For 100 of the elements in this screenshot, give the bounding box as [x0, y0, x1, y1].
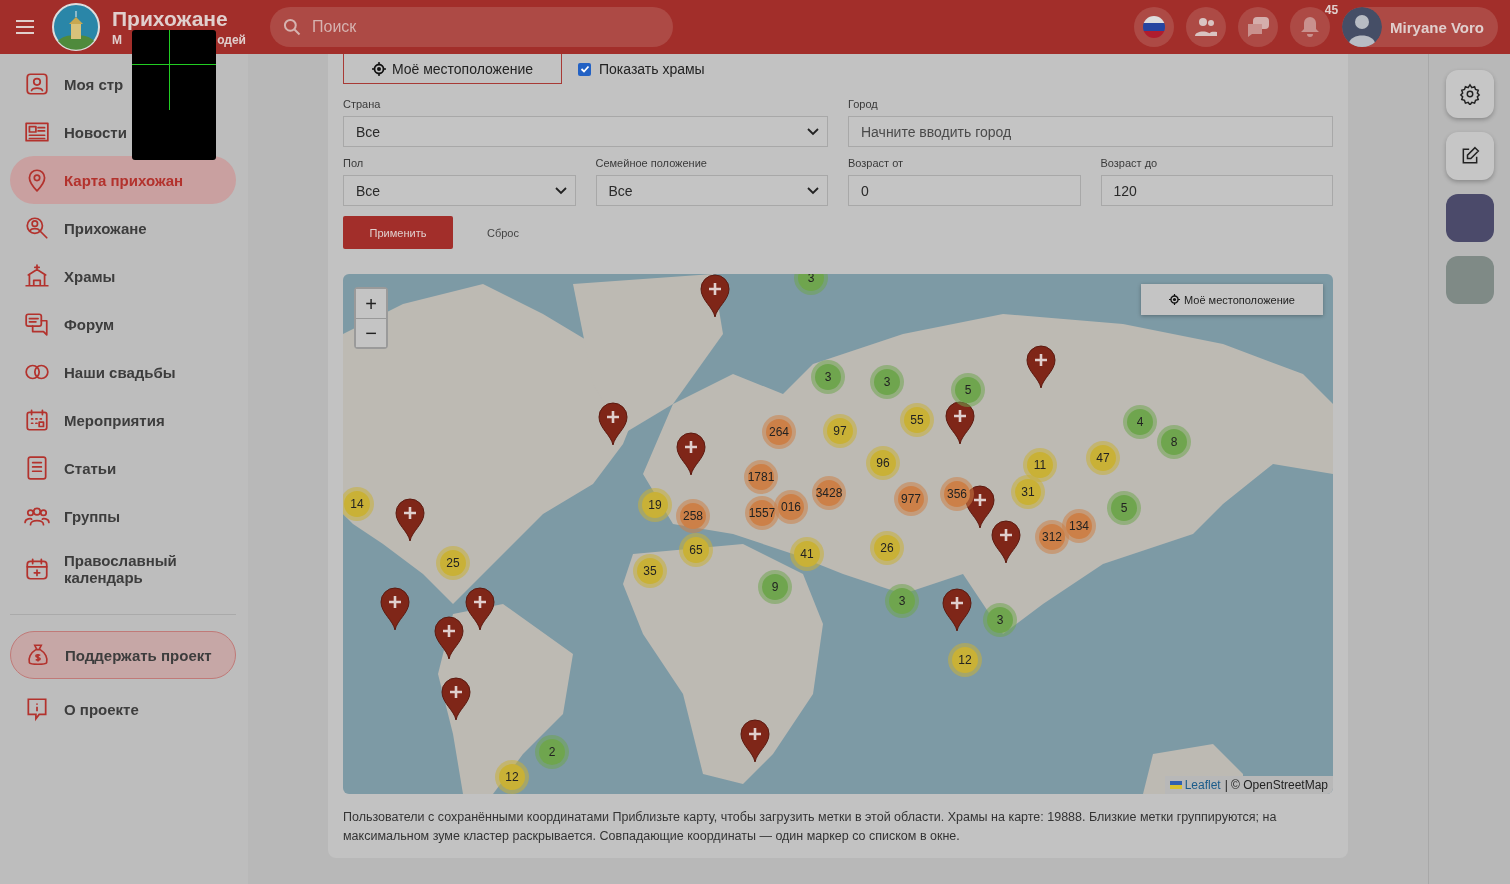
sidebar-item[interactable]: Православный календарь — [10, 540, 236, 598]
church-marker-icon[interactable] — [380, 587, 410, 631]
cluster-marker[interactable]: 14 — [343, 487, 374, 521]
church-icon — [24, 263, 50, 289]
input-field[interactable]: 120 — [1100, 175, 1333, 206]
select-field[interactable]: Все — [343, 175, 576, 206]
cluster-marker[interactable]: 258 — [676, 499, 710, 533]
cluster-marker[interactable]: 12 — [495, 760, 529, 794]
leaflet-link[interactable]: Leaflet — [1169, 778, 1221, 792]
church-marker-icon[interactable] — [945, 401, 975, 445]
church-marker-icon[interactable] — [740, 719, 770, 763]
logo-icon[interactable] — [52, 3, 100, 51]
cluster-marker[interactable]: 9 — [758, 570, 792, 604]
field-label: Возраст от — [848, 157, 905, 169]
field-label: Пол — [343, 157, 365, 169]
map-location-button[interactable]: Моё местоположение — [1141, 284, 1323, 315]
settings-button[interactable] — [1445, 70, 1494, 118]
cluster-marker[interactable]: 5 — [951, 373, 985, 407]
cluster-marker[interactable]: 264 — [762, 415, 796, 449]
sidebar-item[interactable]: Форум — [10, 300, 236, 348]
cluster-marker[interactable]: 55 — [900, 403, 934, 437]
cluster-marker[interactable]: 35 — [633, 554, 667, 588]
photo-placeholder[interactable] — [1445, 194, 1494, 242]
cluster-marker[interactable]: 96 — [866, 446, 900, 480]
about-link[interactable]: О проекте — [10, 685, 236, 733]
zoom-out-button[interactable]: − — [356, 318, 386, 347]
checkbox-label: Показать храмы — [599, 61, 705, 77]
sidebar-item[interactable]: Храмы — [10, 252, 236, 300]
person-search-icon — [24, 215, 50, 241]
sidebar-item[interactable]: Наши свадьбы — [10, 348, 236, 396]
cluster-marker[interactable]: 12 — [948, 643, 982, 677]
cluster-marker[interactable]: 11 — [1023, 448, 1057, 482]
reset-button[interactable]: Сброс — [487, 226, 519, 239]
cluster-marker[interactable]: 4 — [1123, 405, 1157, 439]
cluster-marker[interactable]: 97 — [823, 414, 857, 448]
sidebar-item[interactable]: Статьи — [10, 444, 236, 492]
cluster-marker[interactable]: 26 — [870, 531, 904, 565]
cluster-marker[interactable]: 25 — [436, 546, 470, 580]
money-bag-icon — [25, 642, 51, 668]
cluster-marker[interactable]: 65 — [679, 533, 713, 567]
search-field[interactable]: Поиск — [270, 7, 673, 47]
show-temples-checkbox[interactable] — [578, 62, 591, 76]
church-marker-icon[interactable] — [598, 402, 628, 446]
app-subtitle: одей — [217, 32, 246, 47]
cluster-marker[interactable]: 41 — [790, 537, 824, 571]
cluster-marker[interactable]: 3 — [811, 360, 845, 394]
cluster-marker[interactable]: 356 — [940, 477, 974, 511]
sidebar-item[interactable]: Группы — [10, 492, 236, 540]
sidebar-item[interactable]: Моя стр — [10, 60, 236, 108]
user-menu-button[interactable]: Miryane Voro — [1342, 7, 1498, 47]
church-marker-icon[interactable] — [465, 587, 495, 631]
cluster-marker[interactable]: 016 — [774, 490, 808, 524]
apply-button[interactable]: Применить — [343, 216, 453, 249]
cluster-marker[interactable]: 2 — [535, 735, 569, 769]
sidebar-item[interactable]: Новости — [10, 108, 236, 156]
cluster-marker[interactable]: 134 — [1062, 509, 1096, 543]
menu-icon[interactable] — [14, 18, 36, 36]
select-field[interactable]: Все — [595, 175, 828, 206]
sidebar-item[interactable]: Прихожане — [10, 204, 236, 252]
select-field[interactable]: Все — [343, 116, 828, 147]
church-marker-icon[interactable] — [395, 498, 425, 542]
cluster-marker[interactable]: 8 — [1157, 425, 1191, 459]
cluster-marker[interactable]: 3 — [870, 365, 904, 399]
map[interactable]: 3 3 3 5 264 97 55 4 8 96 11 47 1781 14 19 258 1557 016 3428 977 356 31 5 312 134 25 35 65 41 26 9 3 3 12 2 12 + − Моё местоположение Leaflet | © OpenStreetMap — [343, 274, 1333, 794]
input-field[interactable]: Начните вводить город — [848, 116, 1333, 147]
field-label: Страна — [343, 98, 382, 110]
cluster-marker[interactable]: 5 — [1107, 491, 1141, 525]
church-marker-icon[interactable] — [942, 588, 972, 632]
edit-button[interactable] — [1445, 132, 1494, 180]
cluster-marker[interactable]: 47 — [1086, 441, 1120, 475]
my-location-button[interactable]: Моё местоположение — [343, 54, 562, 84]
settings-icon — [1458, 83, 1481, 105]
church-marker-icon[interactable] — [991, 520, 1021, 564]
cluster-marker[interactable]: 3 — [983, 603, 1017, 637]
cluster-marker[interactable]: 31 — [1011, 475, 1045, 509]
flag-icon — [1169, 781, 1182, 789]
cluster-marker[interactable]: 1557 — [745, 496, 779, 530]
cluster-marker[interactable]: 1781 — [744, 460, 778, 494]
church-marker-icon[interactable] — [434, 616, 464, 660]
app-subtitle: М — [112, 32, 122, 47]
cluster-marker[interactable]: 3428 — [812, 476, 846, 510]
cluster-marker[interactable]: 19 — [638, 488, 672, 522]
language-button[interactable] — [1134, 7, 1175, 47]
church-marker-icon[interactable] — [965, 485, 995, 529]
church-marker-icon[interactable] — [441, 677, 471, 721]
cluster-marker[interactable]: 3 — [794, 274, 828, 295]
sidebar-item[interactable]: Мероприятия — [10, 396, 236, 444]
church-marker-icon[interactable] — [676, 432, 706, 476]
cluster-marker[interactable]: 312 — [1035, 520, 1069, 554]
church-marker-icon[interactable] — [700, 274, 730, 318]
location-target-icon — [1169, 294, 1180, 305]
church-marker-icon[interactable] — [1026, 345, 1056, 389]
friends-button[interactable] — [1186, 7, 1227, 47]
support-project-button[interactable]: Поддержать проект — [10, 631, 236, 679]
field-label: Возраст до — [1100, 157, 1159, 169]
cluster-marker[interactable]: 3 — [885, 584, 919, 618]
messages-button[interactable] — [1238, 7, 1279, 47]
input-field[interactable]: 0 — [848, 175, 1081, 206]
avatar-icon — [1342, 7, 1383, 47]
cluster-marker[interactable]: 977 — [894, 482, 928, 516]
